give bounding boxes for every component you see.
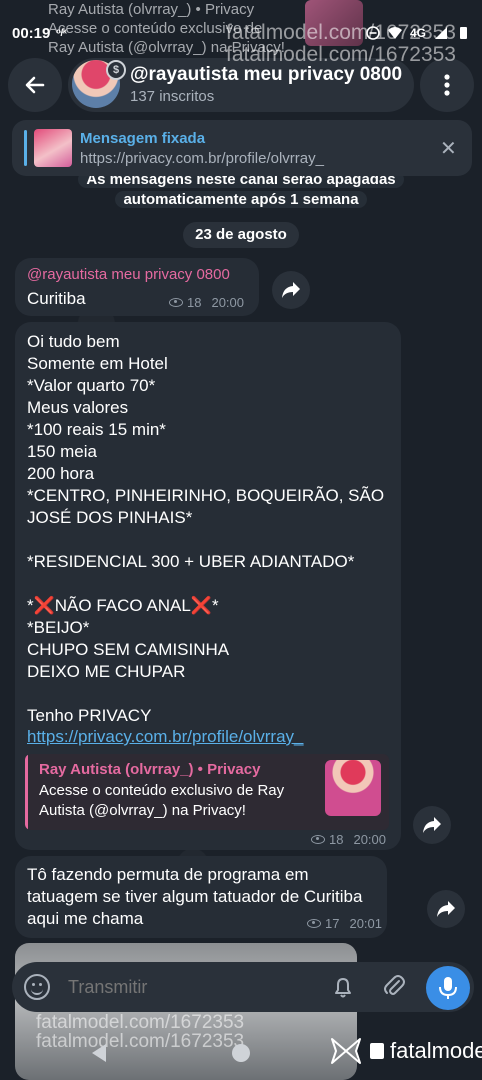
pinned-thumbnail	[34, 129, 72, 167]
bell-icon[interactable]	[330, 974, 356, 1000]
message-bubble[interactable]: Oi tudo bem Somente em Hotel *Valor quar…	[15, 322, 401, 850]
message-time: 20:00	[353, 832, 387, 847]
brand-mark-icon	[370, 1043, 384, 1059]
channel-info[interactable]: $ @rayautista meu privacy 0800 137 inscr…	[68, 58, 414, 112]
message-bubble[interactable]: @rayautista meu privacy 0800 Curitiba 18…	[15, 258, 259, 316]
message-time: 20:00	[211, 295, 245, 310]
pinned-bar	[24, 130, 27, 166]
watermark: fatalmodel.com/1672353 fatalmodel.com/16…	[226, 22, 456, 66]
forward-icon	[282, 282, 300, 298]
message-composer	[12, 962, 474, 1012]
pinned-text: https://privacy.com.br/profile/olvrray_	[80, 150, 324, 167]
message-time: 20:01	[349, 916, 383, 931]
forward-button[interactable]	[427, 890, 465, 928]
more-vert-icon	[444, 74, 450, 96]
close-icon[interactable]: ✕	[440, 136, 457, 161]
microphone-icon	[439, 977, 457, 999]
status-indicator: ᵒ/ᵏ	[56, 27, 67, 39]
watermark-line: fatalmodel.com/1672353	[226, 43, 456, 66]
message-input[interactable]	[68, 974, 308, 1000]
forward-button[interactable]	[413, 806, 451, 844]
preview-bar	[25, 754, 28, 830]
preview-title: Ray Autista (olvrray_) • Privacy	[39, 761, 261, 778]
emoji-icon[interactable]	[24, 974, 50, 1000]
nav-home-icon[interactable]	[232, 1044, 250, 1062]
chat-header: $ @rayautista meu privacy 0800 137 inscr…	[8, 58, 474, 116]
microphone-button[interactable]	[426, 966, 470, 1010]
message-text: Oi tudo bem Somente em Hotel *Valor quar…	[27, 332, 385, 725]
message-author: @rayautista meu privacy 0800	[27, 266, 230, 283]
butterfly-logo-icon	[331, 1038, 361, 1064]
preview-description: Acesse o conteúdo exclusivo de Ray Autis…	[39, 782, 285, 819]
message-meta: 18 20:00	[311, 832, 386, 847]
message-text: Curitiba	[27, 289, 86, 308]
badge-icon: $	[106, 60, 126, 80]
date-separator: 23 de agosto	[183, 222, 299, 248]
message-meta: 17 20:01	[307, 916, 382, 931]
message-bubble[interactable]: Tô fazendo permuta de programa em tatuag…	[15, 856, 387, 938]
brand-name: fatalmodel	[390, 1038, 482, 1063]
subscriber-count: 137 inscritos	[130, 88, 215, 105]
pinned-message[interactable]: Mensagem fixada https://privacy.com.br/p…	[12, 120, 472, 176]
system-nav-bar: fatalmodel	[0, 1037, 482, 1080]
message-meta: 18 20:00	[169, 295, 244, 310]
service-line: automaticamente após 1 semana	[115, 191, 367, 208]
view-count: 17	[325, 916, 340, 931]
eye-icon	[311, 835, 325, 844]
status-time: 00:19	[12, 24, 51, 42]
forward-icon	[437, 901, 455, 917]
message-link[interactable]: https://privacy.com.br/profile/olvrray_	[27, 727, 304, 747]
channel-title: @rayautista meu privacy 0800	[130, 64, 403, 85]
link-preview[interactable]: Ray Autista (olvrray_) • Privacy Acesse …	[25, 754, 389, 830]
preview-image	[325, 760, 381, 816]
service-message: As mensagens neste canal serão apagadas …	[0, 170, 482, 210]
nav-back-icon[interactable]	[92, 1044, 106, 1062]
watermark-line: fatalmodel.com/1672353	[36, 1012, 245, 1033]
arrow-left-icon	[25, 76, 45, 94]
view-count: 18	[187, 295, 202, 310]
watermark-line: fatalmodel.com/1672353	[226, 21, 456, 44]
view-count: 18	[329, 832, 344, 847]
pinned-label: Mensagem fixada	[80, 130, 206, 147]
battery-icon	[460, 27, 467, 39]
paperclip-icon[interactable]	[382, 974, 408, 1000]
forward-icon	[423, 817, 441, 833]
forward-button[interactable]	[272, 271, 310, 309]
eye-icon	[307, 919, 321, 928]
brand-watermark: fatalmodel	[328, 1037, 482, 1065]
more-button[interactable]	[420, 58, 474, 112]
back-button[interactable]	[8, 58, 62, 112]
eye-icon	[169, 298, 183, 307]
